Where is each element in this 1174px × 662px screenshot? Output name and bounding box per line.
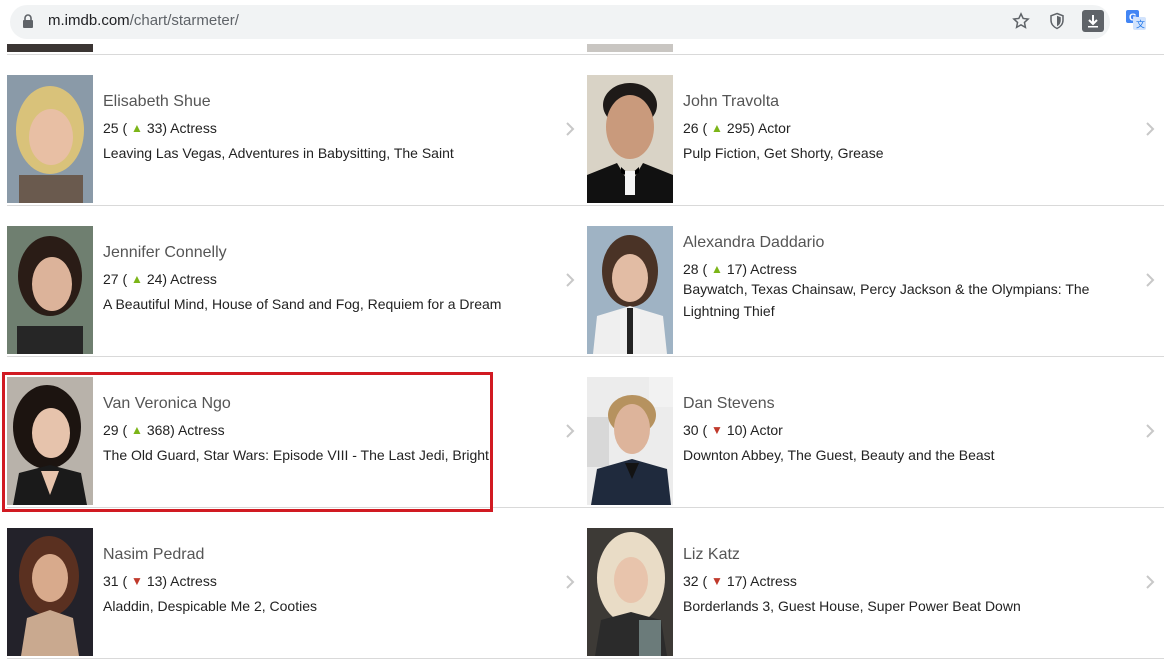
- star-photo[interactable]: [587, 377, 673, 505]
- star-rank: 31: [103, 573, 119, 589]
- star-role: Actor: [757, 120, 791, 136]
- star-meta: 28 ( ▲ 17) Actress: [683, 261, 797, 277]
- star-rank: 26: [683, 120, 699, 136]
- known-for: Leaving Las Vegas, Adventures in Babysit…: [103, 145, 454, 161]
- download-icon[interactable]: [1082, 10, 1104, 32]
- known-for: Aladdin, Despicable Me 2, Cooties: [103, 598, 318, 614]
- star-name[interactable]: John Travolta: [683, 93, 779, 111]
- url-path: /chart/starmeter/: [129, 12, 239, 29]
- known-for: Pulp Fiction, Get Shorty, Grease: [683, 145, 884, 161]
- star-name[interactable]: Elisabeth Shue: [103, 93, 211, 111]
- known-for: A Beautiful Mind, House of Sand and Fog,…: [103, 296, 502, 312]
- chevron-right-icon[interactable]: [565, 423, 575, 444]
- star-rank: 30: [683, 422, 699, 438]
- chevron-right-icon[interactable]: [1145, 423, 1155, 444]
- star-photo[interactable]: [587, 75, 673, 203]
- star-meta: 31 ( ▼ 13) Actress: [103, 573, 217, 589]
- chevron-right-icon[interactable]: [565, 121, 575, 142]
- previous-row-fragment: [0, 44, 1174, 54]
- star-role: Actress: [170, 120, 217, 136]
- rank-change: 10: [726, 422, 743, 438]
- star-name[interactable]: Jennifer Connelly: [103, 244, 227, 262]
- shield-icon[interactable]: [1046, 10, 1068, 32]
- rank-change: 24: [146, 271, 163, 287]
- star-role: Actor: [750, 422, 783, 438]
- star-rank: 28: [683, 261, 699, 277]
- star-name[interactable]: Alexandra Daddario: [683, 234, 824, 252]
- url-text[interactable]: m.imdb.com/chart/starmeter/: [48, 12, 239, 29]
- arrow-down-icon: ▼: [711, 574, 723, 588]
- star-card[interactable]: Jennifer Connelly 27 ( ▲ 24) Actress A B…: [7, 226, 577, 354]
- arrow-up-icon: ▲: [131, 272, 143, 286]
- star-photo[interactable]: [7, 75, 93, 203]
- known-for: Baywatch, Texas Chainsaw, Percy Jackson …: [683, 281, 1090, 319]
- lock-icon[interactable]: [22, 14, 34, 34]
- star-card[interactable]: Elisabeth Shue 25 ( ▲ 33) Actress Leavin…: [7, 75, 577, 203]
- star-role: Actress: [170, 573, 217, 589]
- rank-change: 295: [726, 120, 751, 136]
- browser-toolbar: m.imdb.com/chart/starmeter/ G文: [0, 0, 1174, 44]
- photo-fragment: [587, 44, 673, 52]
- star-card[interactable]: John Travolta 26 ( ▲ 295) Actor Pulp Fic…: [587, 75, 1157, 203]
- star-name[interactable]: Nasim Pedrad: [103, 546, 204, 564]
- chevron-right-icon[interactable]: [1145, 272, 1155, 293]
- star-meta: 27 ( ▲ 24) Actress: [103, 271, 217, 287]
- star-rank: 27: [103, 271, 119, 287]
- photo-fragment: [7, 44, 93, 52]
- star-role: Actress: [170, 271, 217, 287]
- highlight-box: [2, 372, 493, 512]
- star-name[interactable]: Liz Katz: [683, 546, 740, 564]
- star-name[interactable]: Dan Stevens: [683, 395, 775, 413]
- rank-change: 17: [726, 573, 743, 589]
- row-divider: [7, 54, 1164, 55]
- url-host: m.imdb.com: [48, 12, 130, 29]
- row-divider: [7, 205, 1164, 206]
- star-rank: 25: [103, 120, 119, 136]
- star-role: Actress: [750, 261, 797, 277]
- known-for: Downton Abbey, The Guest, Beauty and the…: [683, 447, 995, 463]
- arrow-up-icon: ▲: [131, 121, 143, 135]
- arrow-down-icon: ▼: [131, 574, 143, 588]
- row-divider: [7, 658, 1164, 659]
- star-card[interactable]: Liz Katz 32 ( ▼ 17) Actress Borderlands …: [587, 528, 1157, 656]
- arrow-up-icon: ▲: [711, 121, 723, 135]
- translate-icon[interactable]: G文: [1126, 10, 1146, 35]
- star-rank: 32: [683, 573, 699, 589]
- star-card[interactable]: Nasim Pedrad 31 ( ▼ 13) Actress Aladdin,…: [7, 528, 577, 656]
- arrow-down-icon: ▼: [711, 423, 723, 437]
- row-divider: [7, 356, 1164, 357]
- svg-text:文: 文: [1136, 19, 1145, 31]
- chevron-right-icon[interactable]: [1145, 574, 1155, 595]
- star-photo[interactable]: [587, 226, 673, 354]
- star-photo[interactable]: [587, 528, 673, 656]
- star-meta: 30 ( ▼ 10) Actor: [683, 422, 783, 438]
- star-icon[interactable]: [1010, 10, 1032, 32]
- chevron-right-icon[interactable]: [565, 272, 575, 293]
- known-for: Borderlands 3, Guest House, Super Power …: [683, 598, 1021, 614]
- chevron-right-icon[interactable]: [565, 574, 575, 595]
- rank-change: 17: [726, 261, 743, 277]
- star-photo[interactable]: [7, 528, 93, 656]
- star-photo[interactable]: [7, 226, 93, 354]
- rank-change: 13: [146, 573, 163, 589]
- star-role: Actress: [750, 573, 797, 589]
- star-meta: 25 ( ▲ 33) Actress: [103, 120, 217, 136]
- star-card[interactable]: Alexandra Daddario 28 ( ▲ 17) Actress Ba…: [587, 226, 1157, 354]
- chevron-right-icon[interactable]: [1145, 121, 1155, 142]
- star-card[interactable]: Dan Stevens 30 ( ▼ 10) Actor Downton Abb…: [587, 377, 1157, 505]
- arrow-up-icon: ▲: [711, 262, 723, 276]
- star-meta: 26 ( ▲ 295) Actor: [683, 120, 791, 136]
- rank-change: 33: [146, 120, 163, 136]
- star-meta: 32 ( ▼ 17) Actress: [683, 573, 797, 589]
